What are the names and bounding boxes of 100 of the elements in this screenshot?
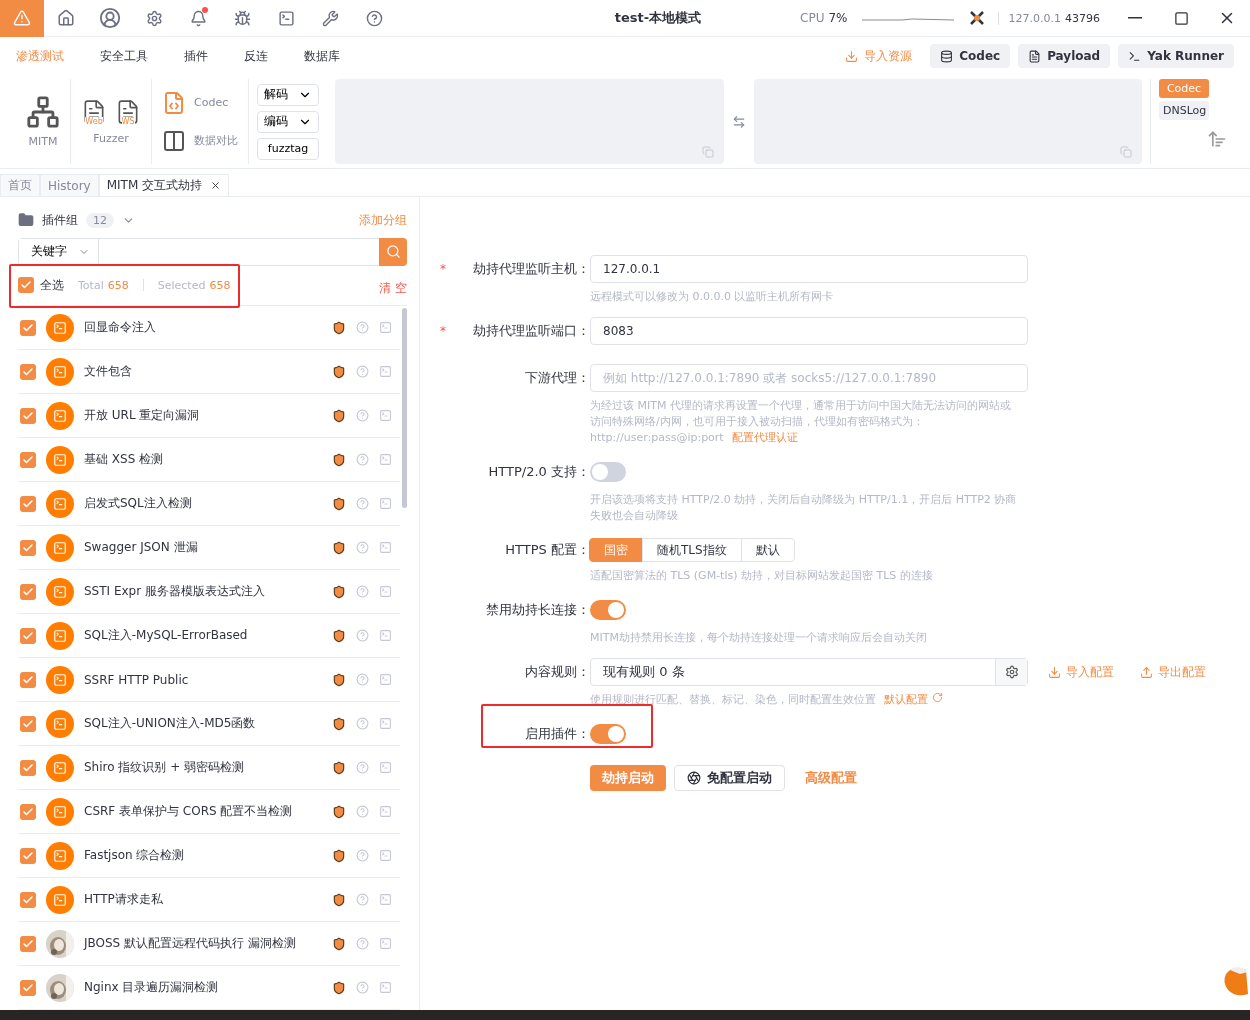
rules-field[interactable]: 现有规则 0 条 <box>590 658 1028 686</box>
close-icon[interactable] <box>210 180 222 191</box>
codec-tool[interactable]: Codec <box>162 90 238 115</box>
copy-icon[interactable] <box>701 146 714 158</box>
text-field[interactable]: 127.0.0.1 <box>590 255 1028 283</box>
help-icon[interactable] <box>356 409 369 422</box>
terminal-icon[interactable] <box>379 497 392 510</box>
compare-tool[interactable]: 数据对比 <box>162 128 238 153</box>
help-icon[interactable] <box>356 805 369 818</box>
plugin-row[interactable]: SSRF HTTP Public <box>18 658 400 702</box>
plugin-checkbox[interactable] <box>20 319 36 336</box>
quick-action-button[interactable]: Yak Runner <box>1118 44 1234 68</box>
select-all-checkbox[interactable] <box>18 277 34 294</box>
plugin-row[interactable]: SQL注入-UNION注入-MD5函数 <box>18 702 400 746</box>
terminal-icon[interactable] <box>379 893 392 906</box>
help-icon[interactable] <box>356 761 369 774</box>
plugin-checkbox[interactable] <box>20 583 36 600</box>
help-icon[interactable] <box>356 937 369 950</box>
plugin-checkbox[interactable] <box>20 715 36 732</box>
plugin-checkbox[interactable] <box>20 803 36 820</box>
terminal-icon[interactable] <box>379 409 392 422</box>
terminal-icon[interactable] <box>379 673 392 686</box>
plugin-row[interactable]: CSRF 表单保护与 CORS 配置不当检测 <box>18 790 400 834</box>
quick-action-button[interactable]: Payload <box>1018 44 1111 68</box>
menu-tab[interactable]: 插件 <box>184 47 208 65</box>
help-icon[interactable] <box>356 541 369 554</box>
plugin-row[interactable]: 回显命令注入 <box>18 306 400 350</box>
plugin-row[interactable]: JBOSS 默认配置远程代码执行 漏洞检测 <box>18 922 400 966</box>
settings-button[interactable] <box>995 659 1027 685</box>
sort-icon[interactable] <box>1207 129 1227 149</box>
output-area[interactable] <box>753 79 1142 164</box>
plugin-checkbox[interactable] <box>20 671 36 688</box>
terminal-icon[interactable] <box>379 717 392 730</box>
input-area[interactable] <box>335 79 724 164</box>
plugin-checkbox[interactable] <box>20 407 36 424</box>
terminal-icon[interactable] <box>379 453 392 466</box>
toggle-switch[interactable] <box>590 724 626 744</box>
plugin-row[interactable]: 基础 XSS 检测 <box>18 438 400 482</box>
page-tab[interactable]: 首页 <box>0 174 40 196</box>
text-field[interactable]: 例如 http://127.0.0.1:7890 或者 socks5://127.0.0.1:7890 <box>590 364 1028 392</box>
terminal-icon[interactable] <box>379 585 392 598</box>
copy-icon[interactable] <box>1120 146 1132 158</box>
menu-tab[interactable]: 反连 <box>244 47 268 65</box>
help-icon[interactable] <box>356 585 369 598</box>
plugin-checkbox[interactable] <box>20 363 36 380</box>
help-icon[interactable] <box>356 849 369 862</box>
plugin-checkbox[interactable] <box>20 451 36 468</box>
plugin-row[interactable]: 文件包含 <box>18 350 400 394</box>
plugin-checkbox[interactable] <box>20 847 36 864</box>
plugin-row[interactable]: SQL注入-MySQL-ErrorBased <box>18 614 400 658</box>
fuzztag-button[interactable]: fuzztag <box>257 137 319 160</box>
terminal-icon[interactable] <box>379 321 392 334</box>
terminal-icon[interactable] <box>379 629 392 642</box>
help-icon[interactable] <box>356 321 369 334</box>
plugin-checkbox[interactable] <box>20 979 36 996</box>
clear-button[interactable]: 清 空 <box>379 279 407 297</box>
plugin-row[interactable]: Fastjson 综合检测 <box>18 834 400 878</box>
side-tab[interactable]: DNSLog <box>1159 101 1209 120</box>
plugin-row[interactable]: 开放 URL 重定向漏洞 <box>18 394 400 438</box>
segment-button[interactable]: 默认 <box>740 538 795 562</box>
terminal-icon[interactable] <box>379 981 392 994</box>
menu-tab[interactable]: 安全工具 <box>100 47 148 65</box>
help-icon[interactable] <box>356 365 369 378</box>
warning-button[interactable] <box>0 0 44 37</box>
terminal-icon[interactable] <box>379 849 392 862</box>
help-icon[interactable] <box>356 893 369 906</box>
plugin-row[interactable]: Shiro 指纹识别 + 弱密码检测 <box>18 746 400 790</box>
toggle-switch[interactable] <box>590 600 626 620</box>
dropdown[interactable]: 解码 <box>257 83 319 106</box>
plugin-row[interactable]: HTTP请求走私 <box>18 878 400 922</box>
menu-tab[interactable]: 数据库 <box>304 47 340 65</box>
dropdown[interactable]: 编码 <box>257 110 319 133</box>
quick-start-button[interactable]: 免配置启动 <box>674 765 785 791</box>
terminal-icon[interactable] <box>379 761 392 774</box>
toggle-switch[interactable] <box>590 462 626 482</box>
plugin-checkbox[interactable] <box>20 627 36 644</box>
help-icon[interactable] <box>356 673 369 686</box>
page-tab[interactable]: MITM 交互式劫持 <box>98 174 230 196</box>
plugin-row[interactable]: Swagger JSON 泄漏 <box>18 526 400 570</box>
terminal-icon[interactable] <box>379 805 392 818</box>
terminal-icon[interactable] <box>379 365 392 378</box>
segment-button[interactable]: 随机TLS指纹 <box>642 538 742 562</box>
help-icon[interactable] <box>356 629 369 642</box>
plugin-row[interactable]: SSTI Expr 服务器模版表达式注入 <box>18 570 400 614</box>
help-icon[interactable] <box>356 981 369 994</box>
plugin-checkbox[interactable] <box>20 539 36 556</box>
help-icon[interactable] <box>356 497 369 510</box>
help-icon[interactable] <box>356 453 369 466</box>
quick-action-button[interactable]: Codec <box>930 44 1011 68</box>
help-icon[interactable] <box>356 717 369 730</box>
plugin-checkbox[interactable] <box>20 935 36 952</box>
scrollbar[interactable] <box>402 308 407 508</box>
plugin-row[interactable]: 启发式SQL注入检测 <box>18 482 400 526</box>
plugin-checkbox[interactable] <box>20 495 36 512</box>
terminal-icon[interactable] <box>379 541 392 554</box>
plugin-checkbox[interactable] <box>20 759 36 776</box>
swap-icon[interactable] <box>731 114 746 129</box>
text-field[interactable]: 8083 <box>590 317 1028 345</box>
terminal-icon[interactable] <box>379 937 392 950</box>
plugin-checkbox[interactable] <box>20 891 36 908</box>
